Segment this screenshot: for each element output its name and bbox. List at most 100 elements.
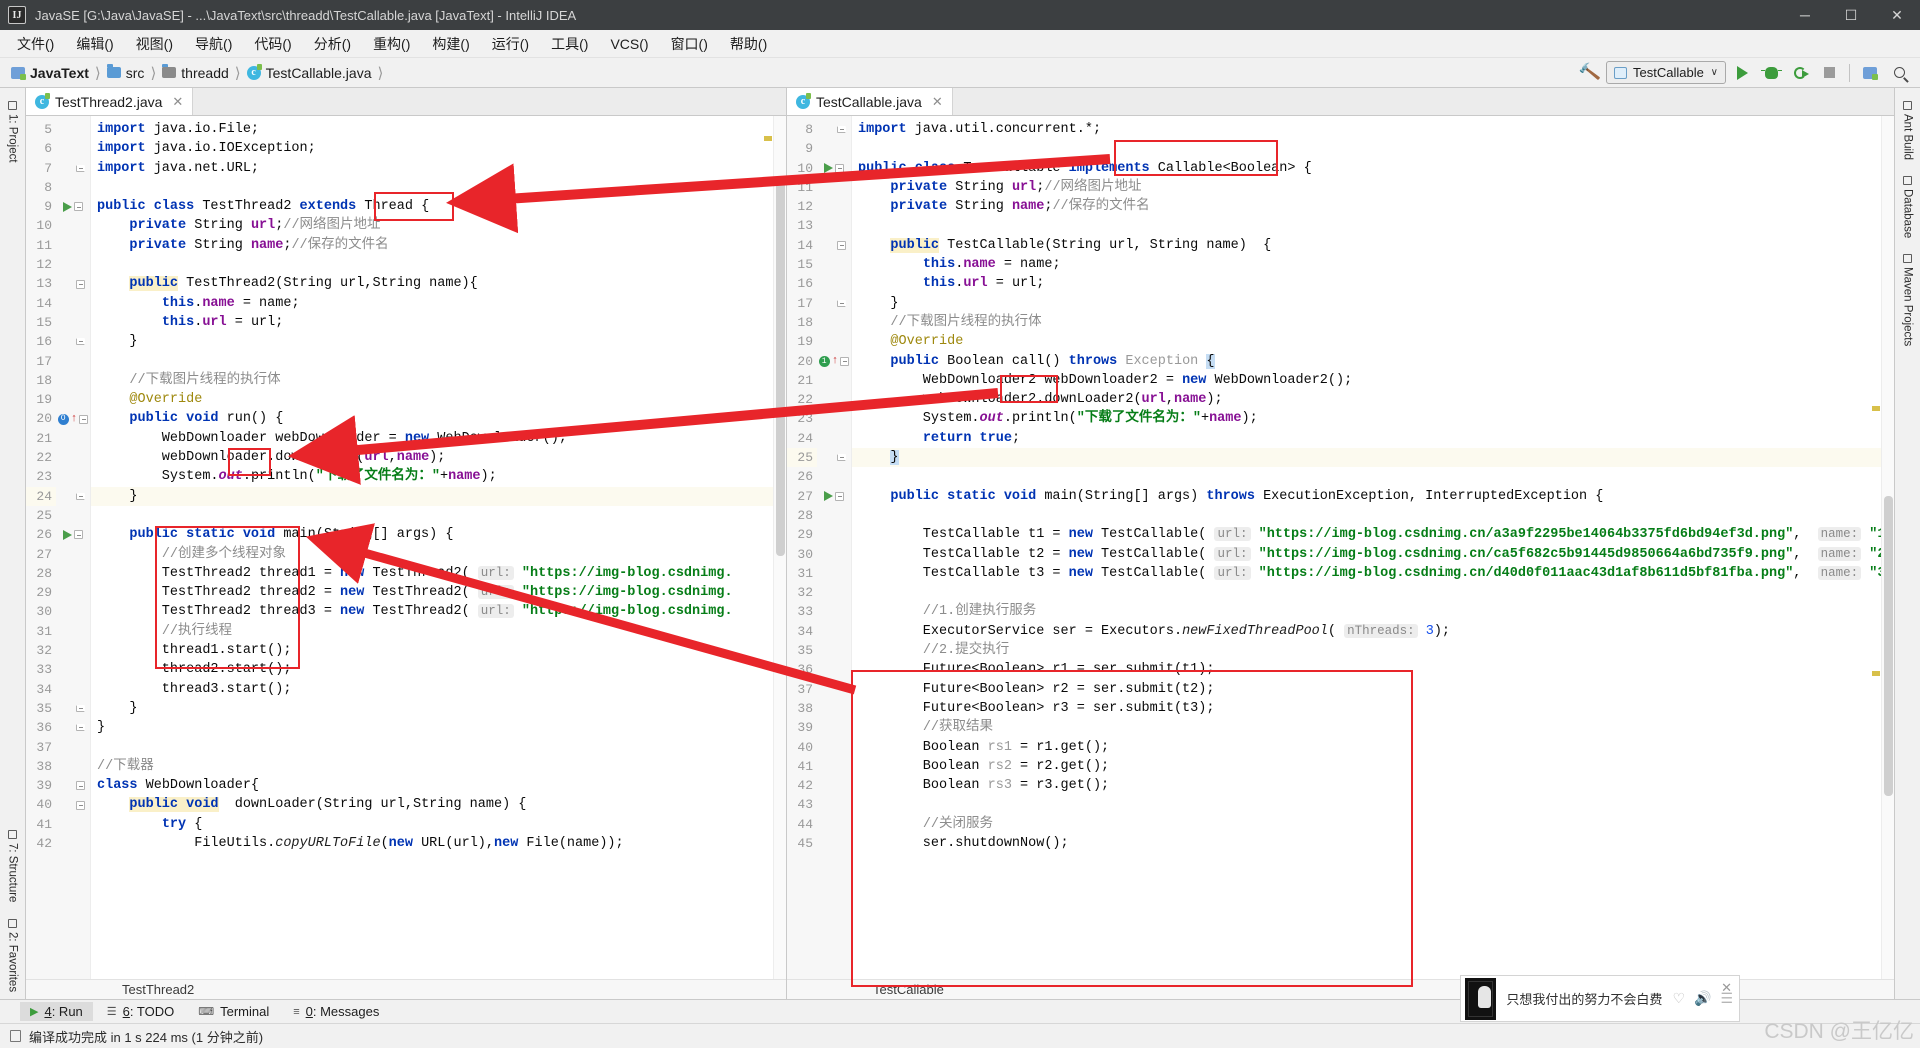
code-line[interactable]: } [852,448,1894,468]
close-icon[interactable]: ✕ [1874,0,1920,30]
fold-toggle-icon[interactable] [79,414,89,424]
close-icon[interactable]: ✕ [1721,980,1732,996]
fold-toggle-icon[interactable] [76,164,85,172]
code-line[interactable]: TestThread2 thread1 = new TestThread2( u… [91,564,786,583]
gutter-marker[interactable] [817,236,851,255]
code-line[interactable]: TestThread2 thread3 = new TestThread2( u… [91,602,786,621]
code-line[interactable]: try { [91,815,786,834]
code-line[interactable]: ExecutorService ser = Executors.newFixed… [852,622,1894,641]
code-line[interactable]: @Override [852,332,1894,351]
gutter-marker[interactable] [817,332,851,351]
code-line[interactable]: return true; [852,429,1894,448]
tool-tab-maven[interactable]: Maven Projects [1900,247,1916,353]
fold-toggle-icon[interactable] [76,279,85,289]
gutter-left[interactable]: 5 6 7 8 9 10 11 12 13 14 15 16 17 18 19 20 21 22 23 24 25 26 2… [26,116,91,979]
gutter-marker[interactable] [56,178,90,197]
gutter-marker[interactable] [56,216,90,235]
code-line[interactable]: FileUtils.copyURLToFile(new URL(url),new… [91,834,786,853]
fold-toggle-icon[interactable] [837,240,846,250]
fold-toggle-icon[interactable] [74,530,83,540]
code-line[interactable]: this.name = name; [91,294,786,313]
gutter-marker[interactable] [817,795,851,814]
gutter-marker[interactable] [817,313,851,332]
gutter-marker[interactable] [817,197,851,216]
code-line[interactable]: public static void main(String[] args) { [91,525,786,544]
editor-tab-testcallable[interactable]: TestCallable.java ✕ [787,88,953,115]
code-line[interactable]: this.name = name; [852,255,1894,274]
maximize-icon[interactable]: ☐ [1828,0,1874,30]
fold-toggle-icon[interactable] [837,126,846,134]
gutter-marker[interactable] [817,699,851,718]
code-line[interactable]: Boolean rs2 = r2.get(); [852,757,1894,776]
tool-tab-database[interactable]: Database [1900,169,1916,245]
code-line[interactable]: public TestThread2(String url,String nam… [91,274,786,293]
menu-view[interactable]: 视图() [125,31,184,57]
menu-vcs[interactable]: VCS() [599,33,659,55]
gutter-marker[interactable] [817,583,851,602]
code-line[interactable]: import java.io.IOException; [91,139,786,158]
code-line[interactable]: @Override [91,390,786,409]
code-line[interactable]: public Boolean call() throws Exception { [852,352,1894,371]
code-line[interactable]: //1.创建执行服务 [852,602,1894,621]
vertical-scrollbar-left[interactable] [773,116,786,979]
scrollbar-thumb[interactable] [776,176,785,556]
code-line[interactable]: import java.net.URL; [91,159,786,178]
code-line[interactable]: thread2.start(); [91,660,786,679]
code-line[interactable]: } [91,486,786,506]
gutter-marker[interactable] [56,641,90,660]
gutter-marker[interactable] [817,216,851,235]
breadcrumb-item-2[interactable]: threadd [159,64,231,81]
gutter-marker[interactable] [56,487,90,506]
gutter-marker[interactable] [56,564,90,583]
code-line[interactable]: public void run() { [91,409,786,428]
fold-toggle-icon[interactable] [76,781,85,791]
run-button[interactable] [1729,61,1755,85]
fold-toggle-icon[interactable] [76,338,85,346]
code-line[interactable] [852,216,1894,235]
fold-toggle-icon[interactable] [835,163,844,173]
gutter-marker[interactable] [56,622,90,641]
editor-viewport-left[interactable]: 5 6 7 8 9 10 11 12 13 14 15 16 17 18 19 20 21 22 23 24 25 26 2… [26,116,786,979]
code-line[interactable]: private String name;//保存的文件名 [91,236,786,255]
code-line[interactable]: ser.shutdownNow(); [852,834,1894,853]
code-line[interactable]: this.url = url; [852,274,1894,293]
gutter-marker[interactable] [817,641,851,660]
code-line[interactable]: WebDownloader2 webDownloader2 = new WebD… [852,371,1894,390]
gutter-marker[interactable] [56,448,90,467]
code-line[interactable]: System.out.println("下载了文件名为："+name); [91,467,786,486]
code-line[interactable] [91,255,786,274]
fold-toggle-icon[interactable] [76,492,85,500]
gutter-marker[interactable] [817,487,851,506]
gutter-marker[interactable] [56,352,90,371]
code-line[interactable]: import java.util.concurrent.*; [852,120,1894,139]
code-line[interactable]: public TestCallable(String url, String n… [852,236,1894,255]
gutter-marker[interactable] [56,834,90,853]
code-line[interactable]: Future<Boolean> r2 = ser.submit(t2); [852,680,1894,699]
code-line[interactable]: TestThread2 thread2 = new TestThread2( u… [91,583,786,602]
code-line[interactable]: Future<Boolean> r3 = ser.submit(t3); [852,699,1894,718]
gutter-marker[interactable] [56,467,90,486]
menu-analyze[interactable]: 分析() [303,31,362,57]
gutter-marker[interactable] [817,274,851,293]
fold-toggle-icon[interactable] [76,724,85,732]
gutter-marker[interactable]: 1 ↑ [817,352,851,371]
gutter-marker[interactable] [817,564,851,583]
gutter-marker[interactable] [817,738,851,757]
gutter-marker[interactable] [56,583,90,602]
stop-button[interactable] [1816,61,1842,85]
fold-toggle-icon[interactable] [74,202,83,212]
code-text-left[interactable]: import java.io.File; import java.io.IOExc… [91,116,786,979]
code-line[interactable]: private String url;//网络图片地址 [852,178,1894,197]
menu-code[interactable]: 代码() [243,31,302,57]
gutter-marker[interactable]: O ↑ [56,409,90,428]
close-icon[interactable]: ✕ [932,94,943,110]
code-line[interactable]: } [91,699,786,718]
gutter-marker[interactable] [56,699,90,718]
gutter-marker[interactable] [56,757,90,776]
gutter-marker[interactable] [56,236,90,255]
code-line[interactable]: WebDownloader webDownloader = new WebDow… [91,429,786,448]
heart-icon[interactable]: ♡ [1672,990,1685,1007]
code-line[interactable] [91,178,786,197]
breadcrumb-item-3[interactable]: TestCallable.java [244,63,375,81]
gutter-marker[interactable] [817,506,851,525]
